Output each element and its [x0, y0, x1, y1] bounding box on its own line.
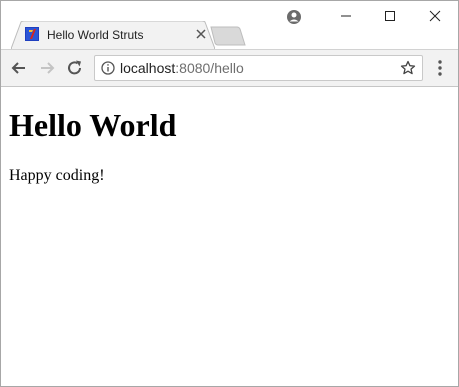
account-icon[interactable] — [286, 9, 302, 25]
bookmark-star-icon[interactable] — [400, 60, 416, 76]
close-button[interactable] — [412, 1, 458, 31]
maximize-icon — [385, 11, 395, 21]
tab-close-icon[interactable] — [194, 27, 208, 41]
forward-arrow-icon[interactable] — [37, 58, 57, 78]
browser-tab[interactable]: Hello World Struts — [11, 21, 215, 49]
address-bar[interactable]: localhost:8080/hello — [94, 55, 423, 81]
new-tab-button[interactable] — [210, 26, 246, 46]
menu-kebab-icon[interactable] — [437, 59, 443, 77]
close-icon — [429, 10, 441, 22]
page-content: Hello World Happy coding! — [1, 87, 458, 386]
maximize-button[interactable] — [367, 1, 413, 31]
url-host: localhost — [120, 60, 176, 76]
info-icon[interactable] — [101, 61, 115, 75]
back-arrow-icon[interactable] — [9, 58, 29, 78]
url-text[interactable]: localhost:8080/hello — [120, 60, 244, 76]
minimize-icon — [341, 15, 351, 17]
url-port-path: :8080/hello — [175, 60, 244, 76]
title-bar: Hello World Struts — [1, 1, 458, 49]
reload-icon[interactable] — [65, 58, 85, 78]
struts-logo-icon — [25, 27, 39, 41]
browser-window: Hello World Struts localhost:8080/hello … — [0, 0, 459, 387]
page-heading: Hello World — [9, 107, 177, 143]
page-paragraph: Happy coding! — [9, 167, 105, 184]
tab-title: Hello World Struts — [47, 28, 144, 42]
browser-toolbar: localhost:8080/hello — [1, 49, 458, 87]
minimize-button[interactable] — [323, 1, 369, 31]
